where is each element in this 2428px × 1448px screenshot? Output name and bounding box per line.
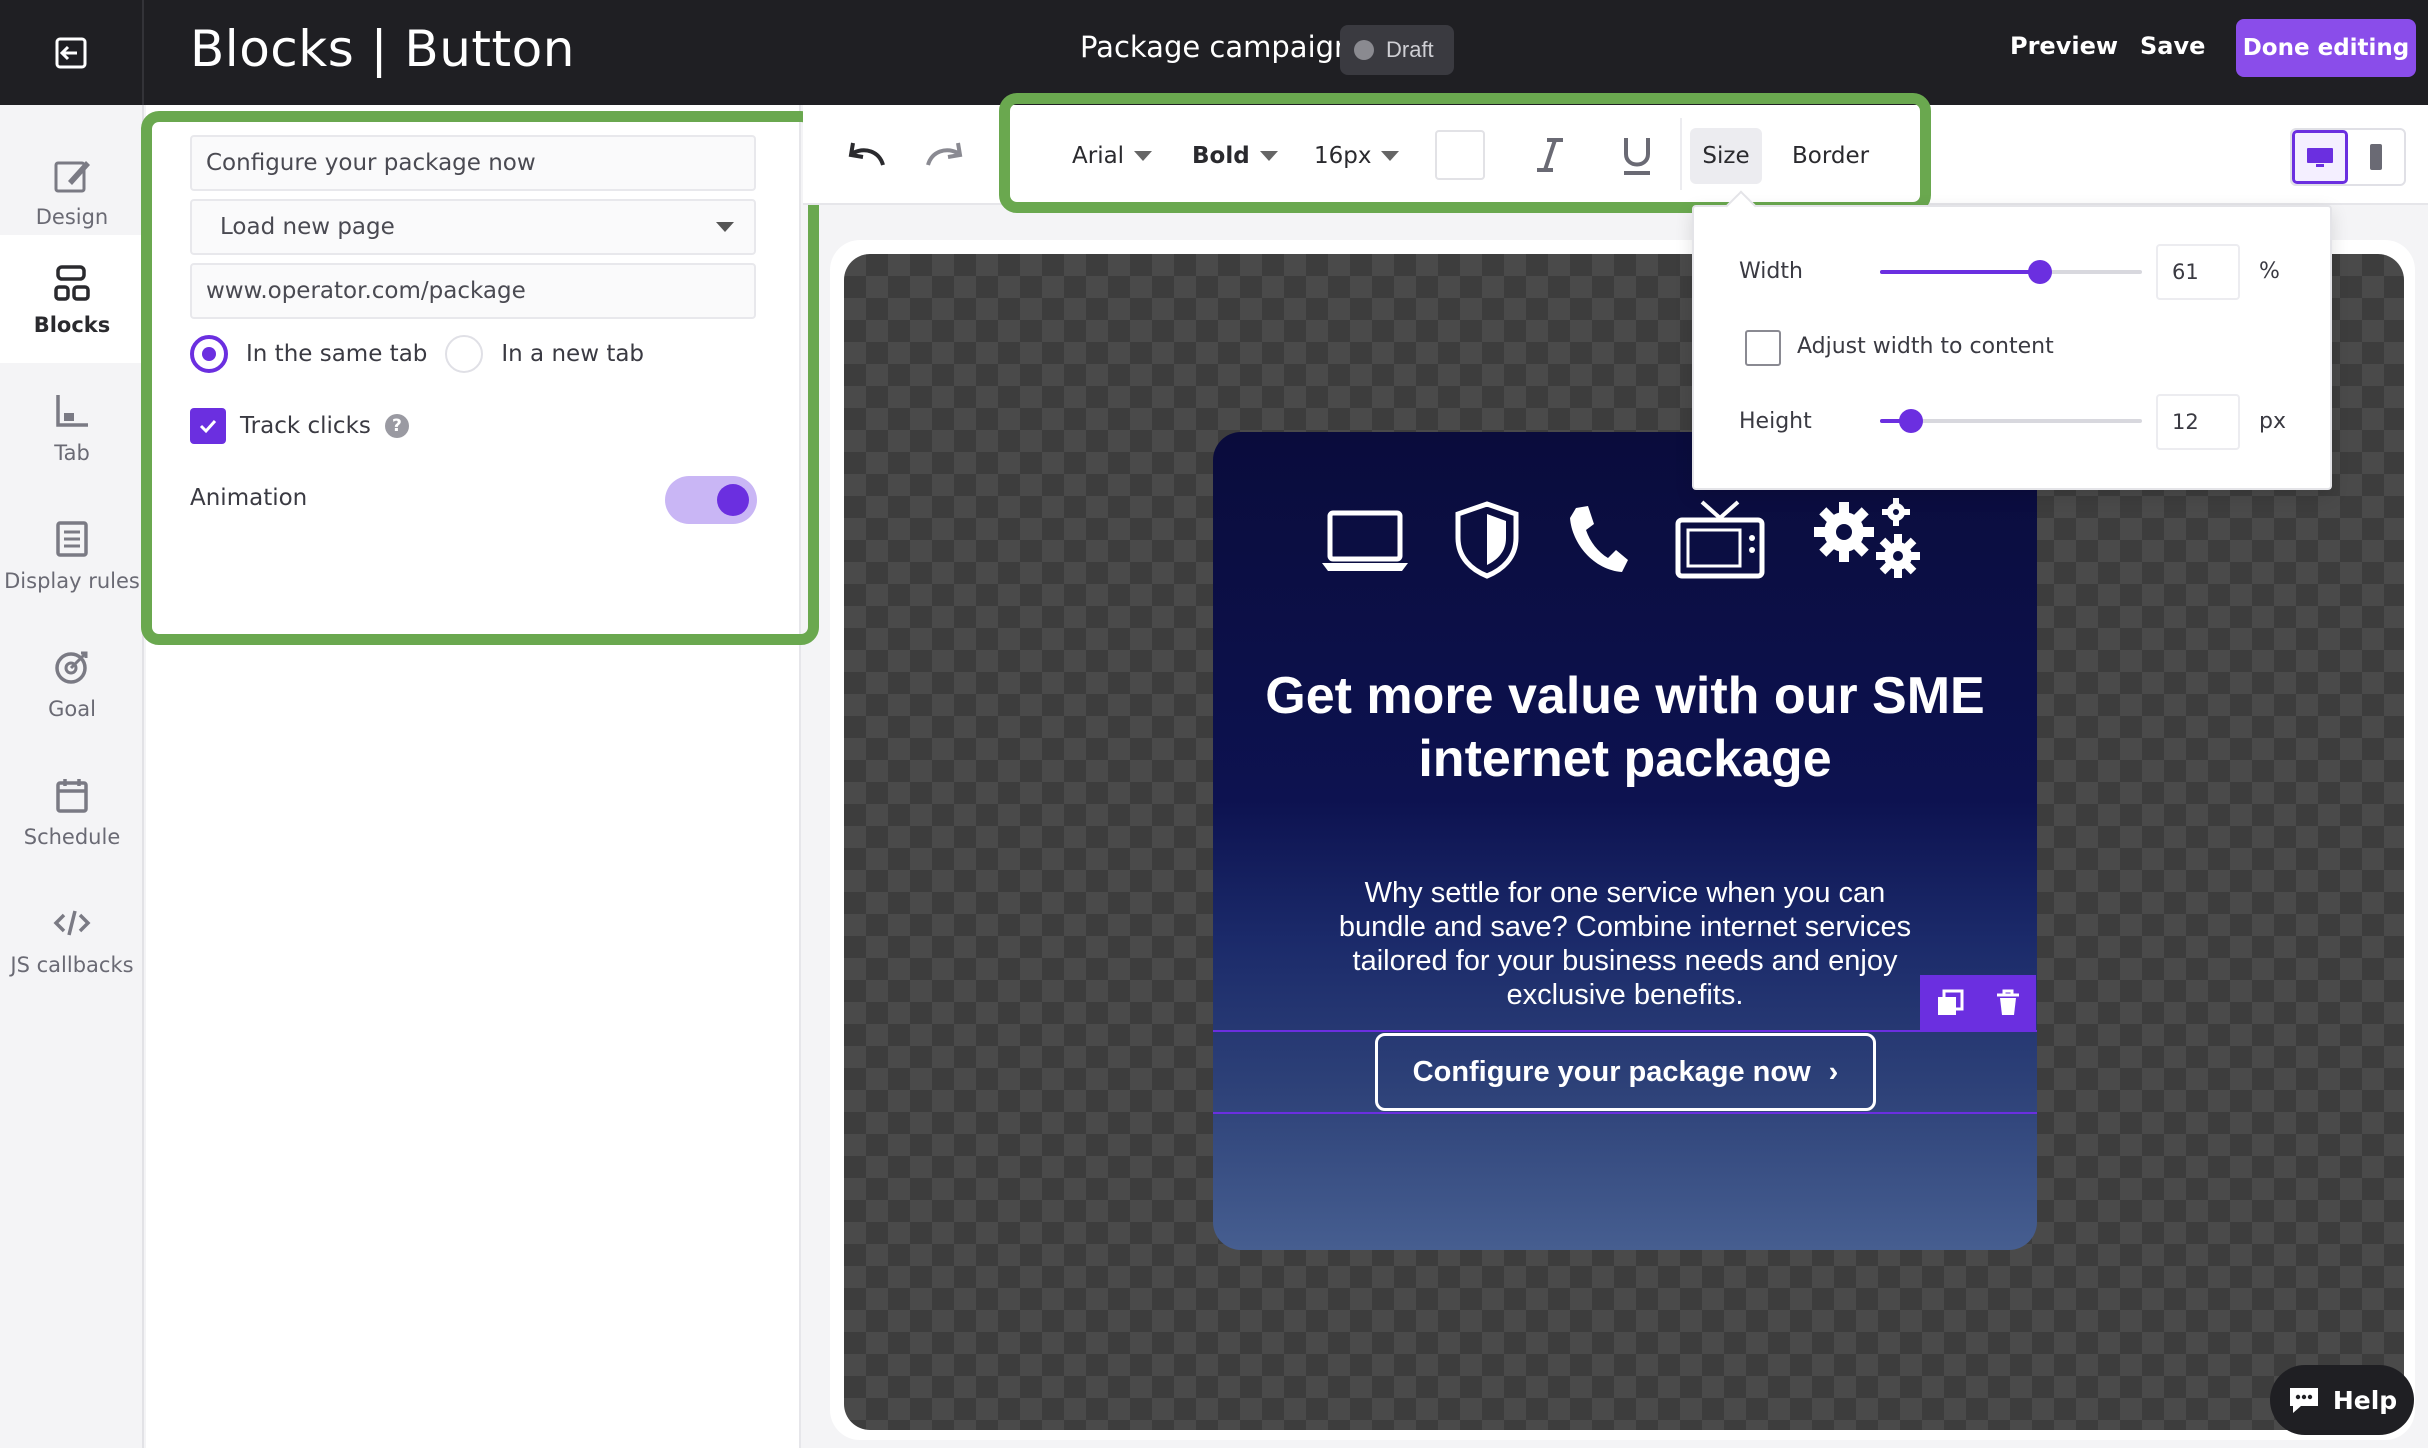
adjust-width-label: Adjust width to content <box>1797 334 2054 359</box>
highlight-toolbar-box <box>999 93 1931 213</box>
status-toggle[interactable]: Draft <box>1340 25 1454 75</box>
exit-button[interactable] <box>0 0 144 105</box>
sidebar-item-label: Display rules <box>4 569 140 593</box>
page-title: Blocks | Button <box>190 20 575 78</box>
phone-icon <box>1570 506 1628 572</box>
tab-icon <box>56 395 88 427</box>
calendar-icon <box>56 779 88 813</box>
sidebar-item-label: Design <box>35 205 109 229</box>
chevron-right-icon: › <box>1828 1055 1839 1088</box>
preview-button[interactable]: Preview <box>2010 32 2118 60</box>
feature-icons <box>1320 495 1930 585</box>
sidebar-item-schedule[interactable]: Schedule <box>0 747 144 875</box>
duplicate-icon[interactable] <box>1936 989 1964 1017</box>
sidebar: Design Blocks Tab Display rules Goal Sch… <box>0 105 144 1448</box>
sidebar-item-label: JS callbacks <box>10 953 134 977</box>
mobile-view-button[interactable] <box>2348 130 2404 184</box>
save-button[interactable]: Save <box>2140 32 2205 60</box>
selection-outline-bottom <box>1213 1112 2037 1114</box>
width-input[interactable]: 61 <box>2156 244 2240 300</box>
desktop-view-button[interactable] <box>2292 130 2349 184</box>
status-label: Draft <box>1386 37 1434 62</box>
card-description: Why settle for one service when you can … <box>1338 877 1912 1011</box>
block-actions <box>1920 975 2036 1031</box>
device-switcher <box>2290 128 2406 186</box>
selection-outline-top <box>1213 1030 2037 1032</box>
sidebar-item-blocks[interactable]: Blocks <box>0 235 144 363</box>
shield-icon <box>1455 501 1519 579</box>
highlight-settings-box <box>141 111 819 645</box>
trash-icon[interactable] <box>1995 989 2021 1017</box>
sidebar-item-label: Schedule <box>23 825 121 849</box>
sidebar-item-label: Tab <box>54 441 90 465</box>
goal-icon <box>55 651 88 684</box>
laptop-icon <box>1322 510 1408 571</box>
sidebar-item-display-rules[interactable]: Display rules <box>0 491 144 619</box>
blocks-icon <box>54 265 90 301</box>
width-slider-fill <box>1880 270 2040 274</box>
card-headline: Get more value with our SME internet pac… <box>1265 667 1985 788</box>
code-icon <box>53 910 91 936</box>
height-slider[interactable] <box>1880 409 2142 433</box>
sidebar-item-tab[interactable]: Tab <box>0 363 144 491</box>
height-unit: px <box>2259 409 2286 434</box>
done-editing-button[interactable]: Done editing <box>2236 19 2416 77</box>
mobile-icon <box>2370 144 2383 170</box>
width-slider[interactable] <box>1880 260 2142 284</box>
height-input[interactable]: 12 <box>2156 394 2240 450</box>
width-label: Width <box>1739 259 1803 284</box>
help-button[interactable]: Help <box>2270 1365 2414 1435</box>
help-label: Help <box>2332 1385 2398 1415</box>
desktop-icon <box>2307 148 2334 167</box>
tv-icon <box>1675 500 1765 579</box>
campaign-name: Package campaign <box>1080 30 1353 64</box>
sidebar-item-js-callbacks[interactable]: JS callbacks <box>0 875 144 1003</box>
width-slider-thumb[interactable] <box>2027 260 2052 284</box>
adjust-width-checkbox[interactable] <box>1745 330 1781 366</box>
height-label: Height <box>1739 409 1812 434</box>
cta-label: Configure your package now <box>1412 1055 1811 1088</box>
status-dot-icon <box>1354 40 1374 60</box>
exit-icon <box>55 37 87 68</box>
top-bar: Blocks | Button Package campaign Draft P… <box>0 0 2428 105</box>
width-unit: % <box>2259 259 2280 284</box>
undo-icon[interactable] <box>843 135 889 175</box>
sidebar-item-label: Goal <box>48 697 96 721</box>
cta-button[interactable]: Configure your package now › <box>1375 1033 1876 1111</box>
gears-icon <box>1814 498 1920 578</box>
display-rules-icon <box>56 521 88 557</box>
redo-icon[interactable] <box>922 135 968 175</box>
sidebar-item-label: Blocks <box>33 313 111 337</box>
sidebar-item-goal[interactable]: Goal <box>0 619 144 747</box>
chat-icon <box>2289 1388 2318 1413</box>
design-icon <box>54 161 90 193</box>
